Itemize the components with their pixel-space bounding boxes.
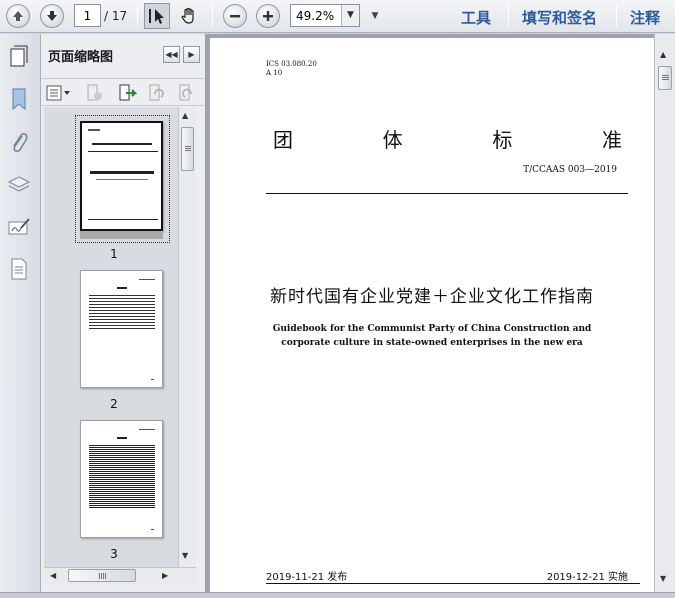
delete-page-icon — [87, 84, 102, 101]
fill-sign-menu[interactable]: 填写和签名 — [522, 7, 597, 28]
select-tool-button[interactable] — [144, 3, 170, 29]
document-view[interactable]: ICS 03.080.20 A 10 团 体 标 准 T/CCAAS 003—2… — [206, 34, 654, 592]
scrollbar-thumb[interactable] — [658, 66, 672, 90]
pages-icon — [10, 45, 28, 67]
page-total: / 17 — [104, 9, 128, 23]
chevron-right-icon: ▶ — [188, 50, 195, 59]
expand-panel-button[interactable]: ▶ — [183, 46, 200, 63]
zoom-in-button[interactable] — [256, 3, 280, 29]
document-icon — [11, 258, 27, 280]
ics-code: ICS 03.080.20 A 10 — [266, 60, 317, 78]
scrollbar-thumb[interactable] — [68, 569, 136, 582]
chevron-down-icon: ▼ — [371, 11, 379, 21]
comment-menu[interactable]: 注释 — [630, 7, 660, 28]
thumbnail-label: 1 — [110, 247, 118, 261]
plus-icon — [256, 4, 280, 28]
toolbar-separator — [137, 5, 138, 27]
double-chevron-left-icon: ◀◀ — [165, 50, 178, 59]
insert-page-icon — [119, 84, 138, 101]
title-char: 标 — [492, 128, 514, 152]
bookmarks-nav-button[interactable] — [6, 86, 32, 112]
next-page-button[interactable] — [40, 3, 64, 29]
scroll-up-icon[interactable]: ▲ — [660, 50, 666, 59]
toolbar-separator — [616, 5, 617, 27]
previous-page-button[interactable] — [6, 3, 30, 29]
toolbar-options-button[interactable]: ▼ — [368, 3, 382, 29]
page-number-input[interactable]: 1 — [74, 4, 101, 27]
toolbar-separator — [508, 5, 509, 27]
thumbnail-label: 3 — [110, 547, 118, 561]
options-list-icon — [46, 85, 70, 101]
redo-button[interactable] — [177, 84, 197, 102]
release-date: 2019-11-21 发布 — [266, 572, 348, 583]
zoom-value: 49.2% — [296, 9, 335, 23]
ccs-number: A 10 — [266, 69, 283, 77]
layers-icon — [7, 176, 31, 192]
divider — [266, 193, 628, 194]
tools-menu[interactable]: 工具 — [461, 7, 491, 28]
thumbnail-list: 1 2 3 — [44, 107, 184, 581]
attachments-nav-button[interactable] — [6, 130, 32, 156]
signature-pen-icon — [8, 218, 30, 235]
scroll-up-icon[interactable]: ▲ — [182, 111, 188, 120]
page-thumbnails-nav-button[interactable] — [6, 44, 32, 70]
hand-tool-button[interactable] — [176, 3, 202, 29]
implement-date: 2019-12-21 实施 — [546, 572, 628, 583]
document-page: ICS 03.080.20 A 10 团 体 标 准 T/CCAAS 003—2… — [210, 38, 654, 592]
thumbnail-label: 2 — [110, 397, 118, 411]
signatures-nav-button[interactable] — [6, 214, 32, 240]
panel-toolbar — [41, 78, 205, 106]
scroll-down-icon[interactable]: ▼ — [182, 551, 188, 560]
collapse-panel-button[interactable]: ◀◀ — [163, 46, 180, 63]
thumbnail-vertical-scrollbar[interactable]: ▲ ▼ — [178, 107, 196, 581]
thumbnail-page-3[interactable] — [80, 420, 163, 538]
arrow-down-icon — [40, 4, 64, 28]
english-title-line: Guidebook for the Communist Party of Chi… — [272, 324, 592, 334]
thumbnail-page-1[interactable] — [80, 121, 163, 239]
title-char: 体 — [382, 128, 404, 152]
hand-icon — [181, 7, 194, 24]
title-char: 准 — [601, 128, 623, 152]
scroll-left-icon[interactable]: ◀ — [50, 571, 56, 580]
cursor-icon — [149, 9, 164, 24]
rotate-icon — [149, 84, 164, 101]
zoom-out-button[interactable] — [223, 3, 247, 29]
arrow-up-icon — [6, 4, 30, 28]
toolbar-separator — [212, 5, 213, 27]
title-char: 团 — [273, 128, 294, 152]
thumbnail-options-button[interactable] — [46, 84, 72, 102]
english-title-line: corporate culture in state-owned enterpr… — [281, 338, 583, 348]
panel-title: 页面缩略图 — [48, 50, 114, 65]
bookmark-icon — [12, 88, 26, 111]
chevron-down-icon[interactable]: ▼ — [341, 5, 359, 26]
minus-icon — [223, 4, 247, 28]
zoom-select[interactable]: 49.2% ▼ — [290, 4, 360, 27]
status-bar — [0, 592, 675, 598]
rotate-icon — [179, 84, 192, 101]
thumbnail-horizontal-scrollbar[interactable]: ◀ ▶ — [44, 567, 196, 584]
standard-code: T/CCAAS 003—2019 — [523, 165, 617, 175]
layers-nav-button[interactable] — [6, 172, 32, 198]
delete-pages-button[interactable] — [85, 84, 105, 102]
insert-pages-button[interactable] — [117, 84, 138, 102]
thumbnail-panel: 页面缩略图 ◀◀ ▶ 1 2 3 ▲ ▼ ◀ ▶ — [41, 34, 206, 592]
navigation-pane — [0, 34, 41, 598]
scroll-right-icon[interactable]: ▶ — [162, 571, 168, 580]
document-vertical-scrollbar[interactable]: ▲ ▼ — [654, 34, 675, 592]
scrollbar-thumb[interactable] — [181, 127, 194, 171]
content-nav-button[interactable] — [6, 256, 32, 282]
main-toolbar: 1 / 17 49.2% ▼ ▼ 工具 填写和签名 注释 — [0, 0, 675, 33]
thumbnail-page-2[interactable] — [80, 270, 163, 388]
divider — [266, 583, 640, 584]
ics-number: ICS 03.080.20 — [266, 60, 317, 68]
chinese-title: 新时代国有企业党建＋企业文化工作指南 — [270, 287, 594, 307]
standard-type-title: 团 体 标 准 — [273, 124, 623, 153]
paperclip-icon — [13, 133, 28, 152]
english-title: Guidebook for the Communist Party of Chi… — [210, 322, 654, 350]
scroll-down-icon[interactable]: ▼ — [660, 574, 666, 583]
undo-button[interactable] — [147, 84, 167, 102]
